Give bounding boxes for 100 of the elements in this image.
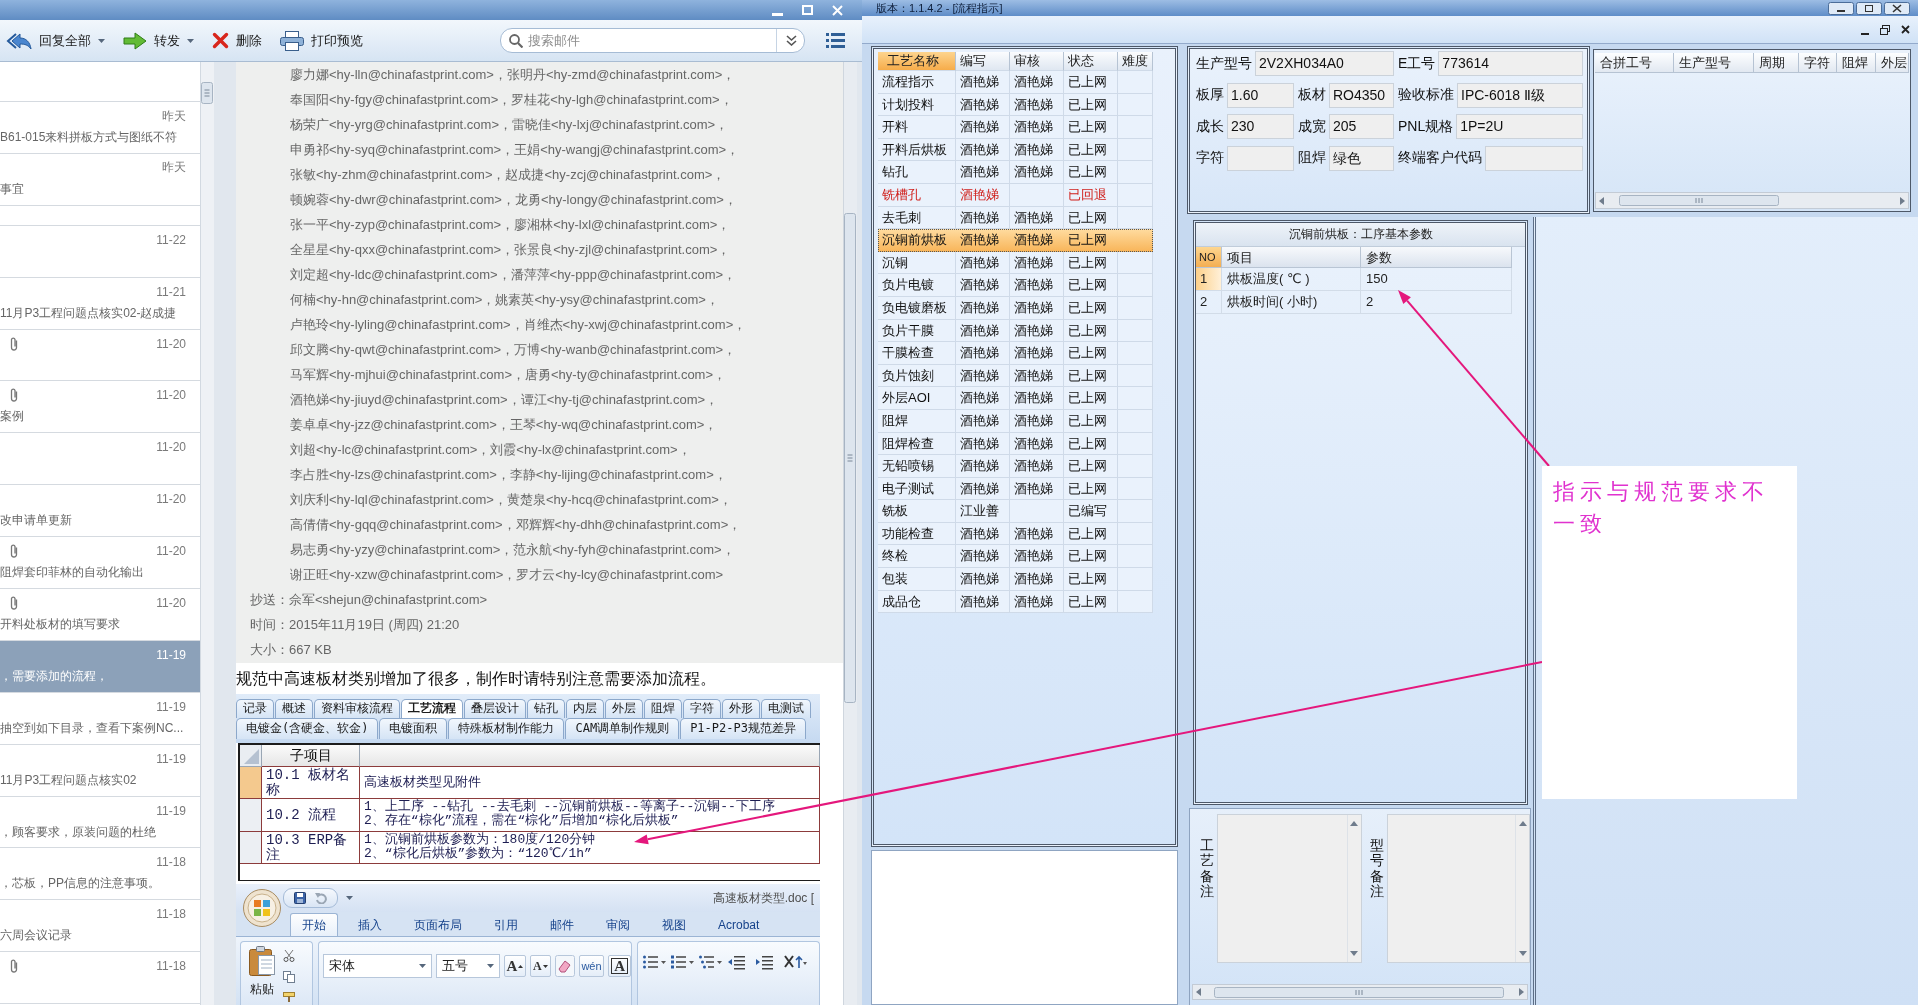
sheet-tab[interactable]: 电镀金(含硬金、软金) <box>236 718 379 739</box>
column-header[interactable]: 编写 <box>956 52 1010 71</box>
undo-icon[interactable] <box>315 892 327 904</box>
multilevel-list-icon[interactable] <box>699 954 723 970</box>
table-row[interactable]: 沉铜前烘板 酒艳娣 酒艳娣 已上网 <box>878 229 1153 252</box>
scroll-down-icon[interactable] <box>1350 951 1358 956</box>
format-painter-icon[interactable] <box>283 992 295 1002</box>
shrink-font-button[interactable]: A <box>530 955 551 977</box>
column-header[interactable]: 阻焊 <box>1837 53 1876 73</box>
input-field[interactable]: 773614 <box>1438 51 1583 76</box>
table-row[interactable]: 去毛刺 酒艳娣 酒艳娣 已上网 <box>878 206 1153 230</box>
caret-icon[interactable] <box>346 896 353 900</box>
ribbon-tab[interactable]: 开始 <box>290 913 338 936</box>
minimize-icon[interactable] <box>1861 32 1869 35</box>
table-row[interactable]: 电子测试 酒艳娣 酒艳娣 已上网 <box>878 477 1153 501</box>
table-row[interactable]: 阻焊 酒艳娣 酒艳娣 已上网 <box>878 409 1153 433</box>
sheet-tab[interactable]: 记录 <box>236 699 274 718</box>
column-header[interactable]: 项目 <box>1222 247 1361 268</box>
column-header[interactable]: 外层 <box>1876 53 1909 73</box>
scrollbar-thumb[interactable] <box>844 213 856 703</box>
column-header[interactable]: 审核 <box>1010 52 1064 71</box>
ribbon-tab[interactable]: 页面布局 <box>402 913 474 936</box>
input-field[interactable] <box>1227 145 1294 171</box>
maximize-icon[interactable] <box>1856 1 1882 15</box>
sheet-tab[interactable]: CAM调单制作规则 <box>565 718 680 739</box>
scroll-down-icon[interactable] <box>1518 951 1527 956</box>
sheet-tab[interactable]: 外形 <box>722 699 760 718</box>
scrollbar-thumb[interactable] <box>1214 986 1504 998</box>
close-icon[interactable] <box>1901 25 1910 34</box>
scroll-right-icon[interactable] <box>1900 196 1905 205</box>
horizontal-scrollbar[interactable] <box>1192 984 1528 1000</box>
sheet-tab[interactable]: 叠层设计 <box>464 699 526 718</box>
column-header[interactable]: NO <box>1196 247 1222 268</box>
sheet-tab[interactable]: 工艺流程 <box>401 699 463 718</box>
list-view-icon[interactable] <box>826 33 845 48</box>
column-header[interactable]: 难度 <box>1118 52 1153 71</box>
ribbon-tab[interactable]: 引用 <box>482 913 530 936</box>
copy-icon[interactable] <box>283 971 295 983</box>
scroll-left-icon[interactable] <box>1196 988 1201 996</box>
input-field[interactable]: 205 <box>1329 114 1394 140</box>
ribbon-tab[interactable]: 视图 <box>650 913 698 936</box>
vertical-scrollbar[interactable] <box>200 62 214 1005</box>
sheet-tab[interactable]: 阻焊 <box>644 699 682 718</box>
input-field[interactable]: 绿色 <box>1329 145 1394 171</box>
table-row[interactable]: 干膜检查 酒艳娣 酒艳娣 已上网 <box>878 342 1153 365</box>
sheet-tab[interactable]: 概述 <box>275 699 313 718</box>
table-row[interactable]: 无铅喷锡 酒艳娣 酒艳娣 已上网 <box>878 455 1153 478</box>
table-row[interactable]: 负电镀磨板 酒艳娣 酒艳娣 已上网 <box>878 296 1153 320</box>
column-header[interactable]: 合拼工号 <box>1595 53 1674 73</box>
character-border-button[interactable]: A <box>608 955 631 977</box>
minimize-icon[interactable] <box>1828 1 1854 15</box>
scissors-icon[interactable] <box>283 950 295 962</box>
row-header[interactable] <box>240 832 262 864</box>
print-preview-button[interactable]: 打印预览 <box>276 25 367 56</box>
input-field[interactable]: RO4350 <box>1329 82 1394 108</box>
column-header[interactable]: 状态 <box>1064 52 1118 71</box>
sheet-tab[interactable]: 特殊板材制作能力 <box>448 718 565 739</box>
ribbon-tab[interactable]: 插入 <box>346 913 394 936</box>
font-size-dropdown[interactable]: 五号 <box>436 954 500 978</box>
table-row[interactable]: 负片蚀刻 酒艳娣 酒艳娣 已上网 <box>878 364 1153 388</box>
scrollbar-thumb[interactable] <box>1619 195 1779 206</box>
close-icon[interactable] <box>1884 1 1910 15</box>
numbered-list-icon[interactable] <box>671 954 695 970</box>
phonetic-guide-button[interactable]: wén <box>578 955 605 977</box>
column-header[interactable]: 生产型号 <box>1674 53 1754 73</box>
input-field[interactable]: 2V2XH034A0 <box>1255 51 1394 76</box>
table-row[interactable]: 负片干膜 酒艳娣 酒艳娣 已上网 <box>878 319 1153 343</box>
input-field[interactable]: IPC-6018 Ⅱ级 <box>1457 82 1583 108</box>
sheet-tab[interactable]: P1-P2-P3规范差异 <box>680 718 806 739</box>
font-name-dropdown[interactable]: 宋体 <box>323 954 433 978</box>
vertical-scrollbar[interactable] <box>843 62 857 1005</box>
scroll-left-icon[interactable] <box>1599 196 1604 205</box>
sheet-tab[interactable]: 资料审核流程 <box>314 699 400 718</box>
office-orb-icon[interactable] <box>243 889 281 927</box>
scroll-right-icon[interactable] <box>1519 988 1524 996</box>
input-field[interactable] <box>1485 145 1583 171</box>
delete-button[interactable]: 删除 <box>208 25 266 56</box>
scrollbar-thumb[interactable] <box>201 82 213 104</box>
remarks-field[interactable] <box>1386 814 1530 963</box>
input-field[interactable]: 1P=2U <box>1456 114 1583 140</box>
column-header[interactable]: 参数 <box>1361 247 1512 268</box>
restore-icon[interactable] <box>1880 24 1890 35</box>
sheet-tab[interactable]: 钻孔 <box>527 699 565 718</box>
table-row[interactable]: 包装 酒艳娣 酒艳娣 已上网 <box>878 568 1153 591</box>
input-field[interactable]: 230 <box>1227 114 1294 140</box>
remarks-field[interactable] <box>1217 814 1362 963</box>
double-chevron-icon[interactable] <box>786 35 797 46</box>
bullet-list-icon[interactable] <box>643 954 667 970</box>
table-row[interactable]: 外层AOI 酒艳娣 酒艳娣 已上网 <box>878 387 1153 410</box>
sheet-tab[interactable]: 内层 <box>566 699 604 718</box>
table-row[interactable]: 流程指示 酒艳娣 酒艳娣 已上网 <box>878 71 1153 94</box>
ribbon-tab[interactable]: 邮件 <box>538 913 586 936</box>
table-row[interactable]: 钻孔 酒艳娣 酒艳娣 已上网 <box>878 161 1153 184</box>
table-row[interactable]: 功能检查 酒艳娣 酒艳娣 已上网 <box>878 522 1153 546</box>
table-row[interactable]: 计划投料 酒艳娣 酒艳娣 已上网 <box>878 93 1153 117</box>
column-header[interactable]: 字符 <box>1799 53 1837 73</box>
table-row[interactable]: 沉铜 酒艳娣 酒艳娣 已上网 <box>878 251 1153 275</box>
search-field[interactable]: 搜索邮件 <box>500 28 805 53</box>
table-row[interactable]: 开料 酒艳娣 酒艳娣 已上网 <box>878 116 1153 139</box>
ribbon-tab[interactable]: 审阅 <box>594 913 642 936</box>
